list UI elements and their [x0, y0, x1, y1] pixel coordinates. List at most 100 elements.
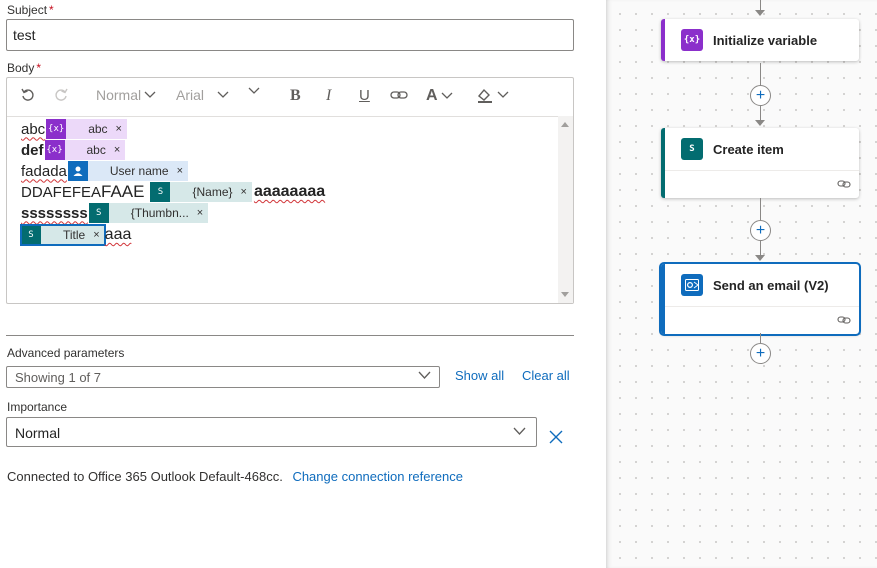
chevron-down-icon — [441, 92, 453, 99]
editor-toolbar: Normal Arial B I U A — [7, 78, 573, 116]
scroll-up-icon[interactable] — [561, 122, 569, 127]
dynamic-token[interactable]: {x} abc × — [44, 140, 126, 160]
token-label: {Name} — [170, 182, 241, 202]
importance-dropdown[interactable]: Normal — [6, 417, 537, 447]
chevron-down-icon — [248, 87, 260, 94]
sharepoint-icon: S — [150, 182, 171, 202]
undo-icon[interactable] — [20, 87, 36, 103]
font-value: Arial — [176, 87, 205, 103]
body-text: fadada — [21, 162, 67, 180]
link-icon[interactable] — [390, 87, 408, 103]
arrow-down-icon — [755, 255, 765, 261]
chevron-down-icon — [497, 91, 509, 98]
redo-icon[interactable] — [53, 87, 69, 103]
card-title: Send an email (V2) — [713, 277, 829, 293]
add-step-button[interactable]: + — [750, 343, 771, 364]
connection-info: Connected to Office 365 Outlook Default-… — [7, 469, 463, 484]
highlight-icon — [478, 88, 492, 103]
body-editor[interactable]: Normal Arial B I U A abc {x} abc × def {… — [6, 77, 574, 304]
body-line: DDAFEFEA FAAE S {Name} × aaaaaaaa — [21, 182, 325, 202]
font-color-button[interactable]: A — [426, 87, 453, 105]
subject-input[interactable]: test — [6, 19, 574, 51]
outlook-icon — [681, 274, 703, 296]
chevron-down-icon — [418, 371, 431, 379]
dynamic-token[interactable]: S {Thumbn... × — [88, 203, 209, 223]
token-close-icon[interactable]: × — [196, 203, 209, 223]
connector-line — [760, 333, 761, 343]
token-label: {Thumbn... — [108, 203, 197, 223]
action-config-panel: Subject * test Body * Normal Arial B I U… — [0, 0, 606, 568]
body-line: def {x} abc × — [21, 140, 126, 160]
token-label: abc — [64, 140, 114, 160]
body-line: S Title × aaa — [20, 224, 132, 246]
link-icon — [837, 180, 851, 188]
subject-label: Subject * — [7, 3, 54, 17]
body-text: DDAFEFEA — [21, 183, 102, 201]
add-step-button[interactable]: + — [750, 220, 771, 241]
editor-scrollbar[interactable] — [558, 116, 573, 303]
arrow-down-icon — [755, 10, 765, 16]
change-connection-link[interactable]: Change connection reference — [292, 469, 463, 484]
card-footer — [665, 170, 859, 198]
underline-icon[interactable]: U — [359, 87, 370, 104]
token-close-icon[interactable]: × — [93, 225, 105, 245]
clear-all-link[interactable]: Clear all — [522, 368, 570, 383]
scroll-down-icon[interactable] — [561, 292, 569, 297]
flow-card-create-item[interactable]: S Create item — [661, 128, 859, 198]
body-text: def — [21, 141, 44, 159]
connection-text: Connected to Office 365 Outlook Default-… — [7, 469, 283, 484]
body-line: abc {x} abc × — [21, 119, 127, 139]
show-all-link[interactable]: Show all — [455, 368, 504, 383]
paragraph-style-value: Normal — [96, 87, 142, 103]
body-text: aaa — [104, 226, 132, 243]
importance-value: Normal — [15, 425, 61, 441]
flow-card-initialize-variable[interactable]: {x} Initialize variable — [661, 19, 859, 61]
advanced-parameters-value: Showing 1 of 7 — [15, 370, 102, 385]
font-size-select[interactable] — [248, 87, 260, 95]
body-text: ssssssss — [21, 204, 88, 222]
advanced-parameters-dropdown[interactable]: Showing 1 of 7 — [6, 366, 440, 388]
body-line: fadada User name × — [21, 161, 189, 181]
dynamic-token-selected[interactable]: S Title × — [20, 224, 106, 246]
editor-content[interactable]: abc {x} abc × def {x} abc × fadada User … — [7, 116, 559, 303]
flow-canvas[interactable]: {x} Initialize variable + S Create item … — [606, 0, 877, 568]
token-close-icon[interactable]: × — [176, 161, 189, 181]
add-step-button[interactable]: + — [750, 85, 771, 106]
chevron-down-icon — [513, 427, 526, 435]
dynamic-token[interactable]: User name × — [67, 161, 189, 181]
token-label: Title — [41, 225, 94, 245]
importance-label: Importance — [7, 400, 68, 414]
clear-importance-icon[interactable] — [549, 430, 563, 444]
bold-icon[interactable]: B — [290, 87, 301, 105]
flow-card-send-email[interactable]: Send an email (V2) — [659, 262, 861, 336]
body-text-large: FAAE — [101, 182, 145, 201]
section-divider — [6, 335, 574, 336]
token-label: User name — [87, 161, 177, 181]
body-line: ssssssss S {Thumbn... × — [21, 203, 209, 223]
arrow-down-icon — [755, 120, 765, 126]
variable-icon: {x} — [46, 119, 67, 139]
dynamic-token[interactable]: S {Name} × — [150, 182, 252, 202]
token-close-icon[interactable]: × — [115, 119, 127, 139]
variable-icon: {x} — [44, 140, 65, 160]
chevron-down-icon — [144, 91, 156, 98]
token-close-icon[interactable]: × — [113, 140, 126, 160]
body-label: Body * — [7, 61, 42, 75]
advanced-parameters-label: Advanced parameters — [7, 346, 125, 360]
sharepoint-icon: S — [88, 203, 109, 223]
chevron-down-icon — [217, 91, 229, 98]
card-footer — [665, 306, 859, 334]
link-icon — [837, 316, 851, 324]
body-text: abc — [21, 120, 46, 138]
card-title: Initialize variable — [713, 32, 818, 48]
token-label: abc — [66, 119, 116, 139]
paragraph-style-select[interactable]: Normal — [96, 87, 156, 103]
font-color-icon: A — [426, 87, 438, 104]
font-select[interactable]: Arial — [176, 87, 229, 103]
sharepoint-icon: S — [21, 225, 41, 245]
italic-icon[interactable]: I — [326, 87, 331, 105]
highlight-button[interactable] — [476, 87, 509, 103]
dynamic-token[interactable]: {x} abc × — [46, 119, 127, 139]
variable-icon: {x} — [681, 29, 703, 51]
token-close-icon[interactable]: × — [240, 182, 252, 202]
